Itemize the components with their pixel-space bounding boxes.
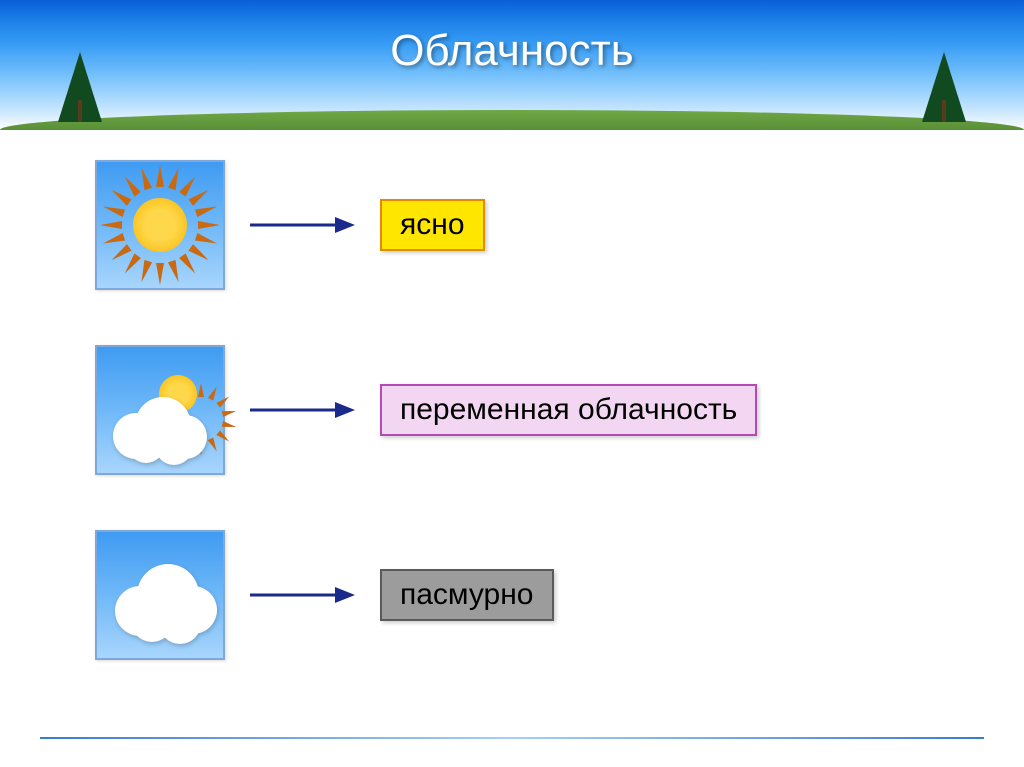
row-overcast: пасмурно xyxy=(95,530,1024,660)
slide-content: ясно переменная облачность xyxy=(0,130,1024,660)
row-partly-cloudy: переменная облачность xyxy=(95,345,1024,475)
sun-icon xyxy=(95,160,225,290)
horizon-hill xyxy=(0,110,1024,130)
footer-divider xyxy=(40,737,984,739)
slide-title: Облачность xyxy=(0,26,1024,76)
partly-cloudy-icon xyxy=(95,345,225,475)
arrow-icon xyxy=(250,215,355,235)
arrow-icon xyxy=(250,585,355,605)
label-clear: ясно xyxy=(380,199,485,251)
label-partly-cloudy: переменная облачность xyxy=(380,384,757,436)
slide-header: Облачность xyxy=(0,0,1024,130)
row-clear: ясно xyxy=(95,160,1024,290)
cloud-icon xyxy=(95,530,225,660)
label-overcast: пасмурно xyxy=(380,569,554,621)
arrow-icon xyxy=(250,400,355,420)
